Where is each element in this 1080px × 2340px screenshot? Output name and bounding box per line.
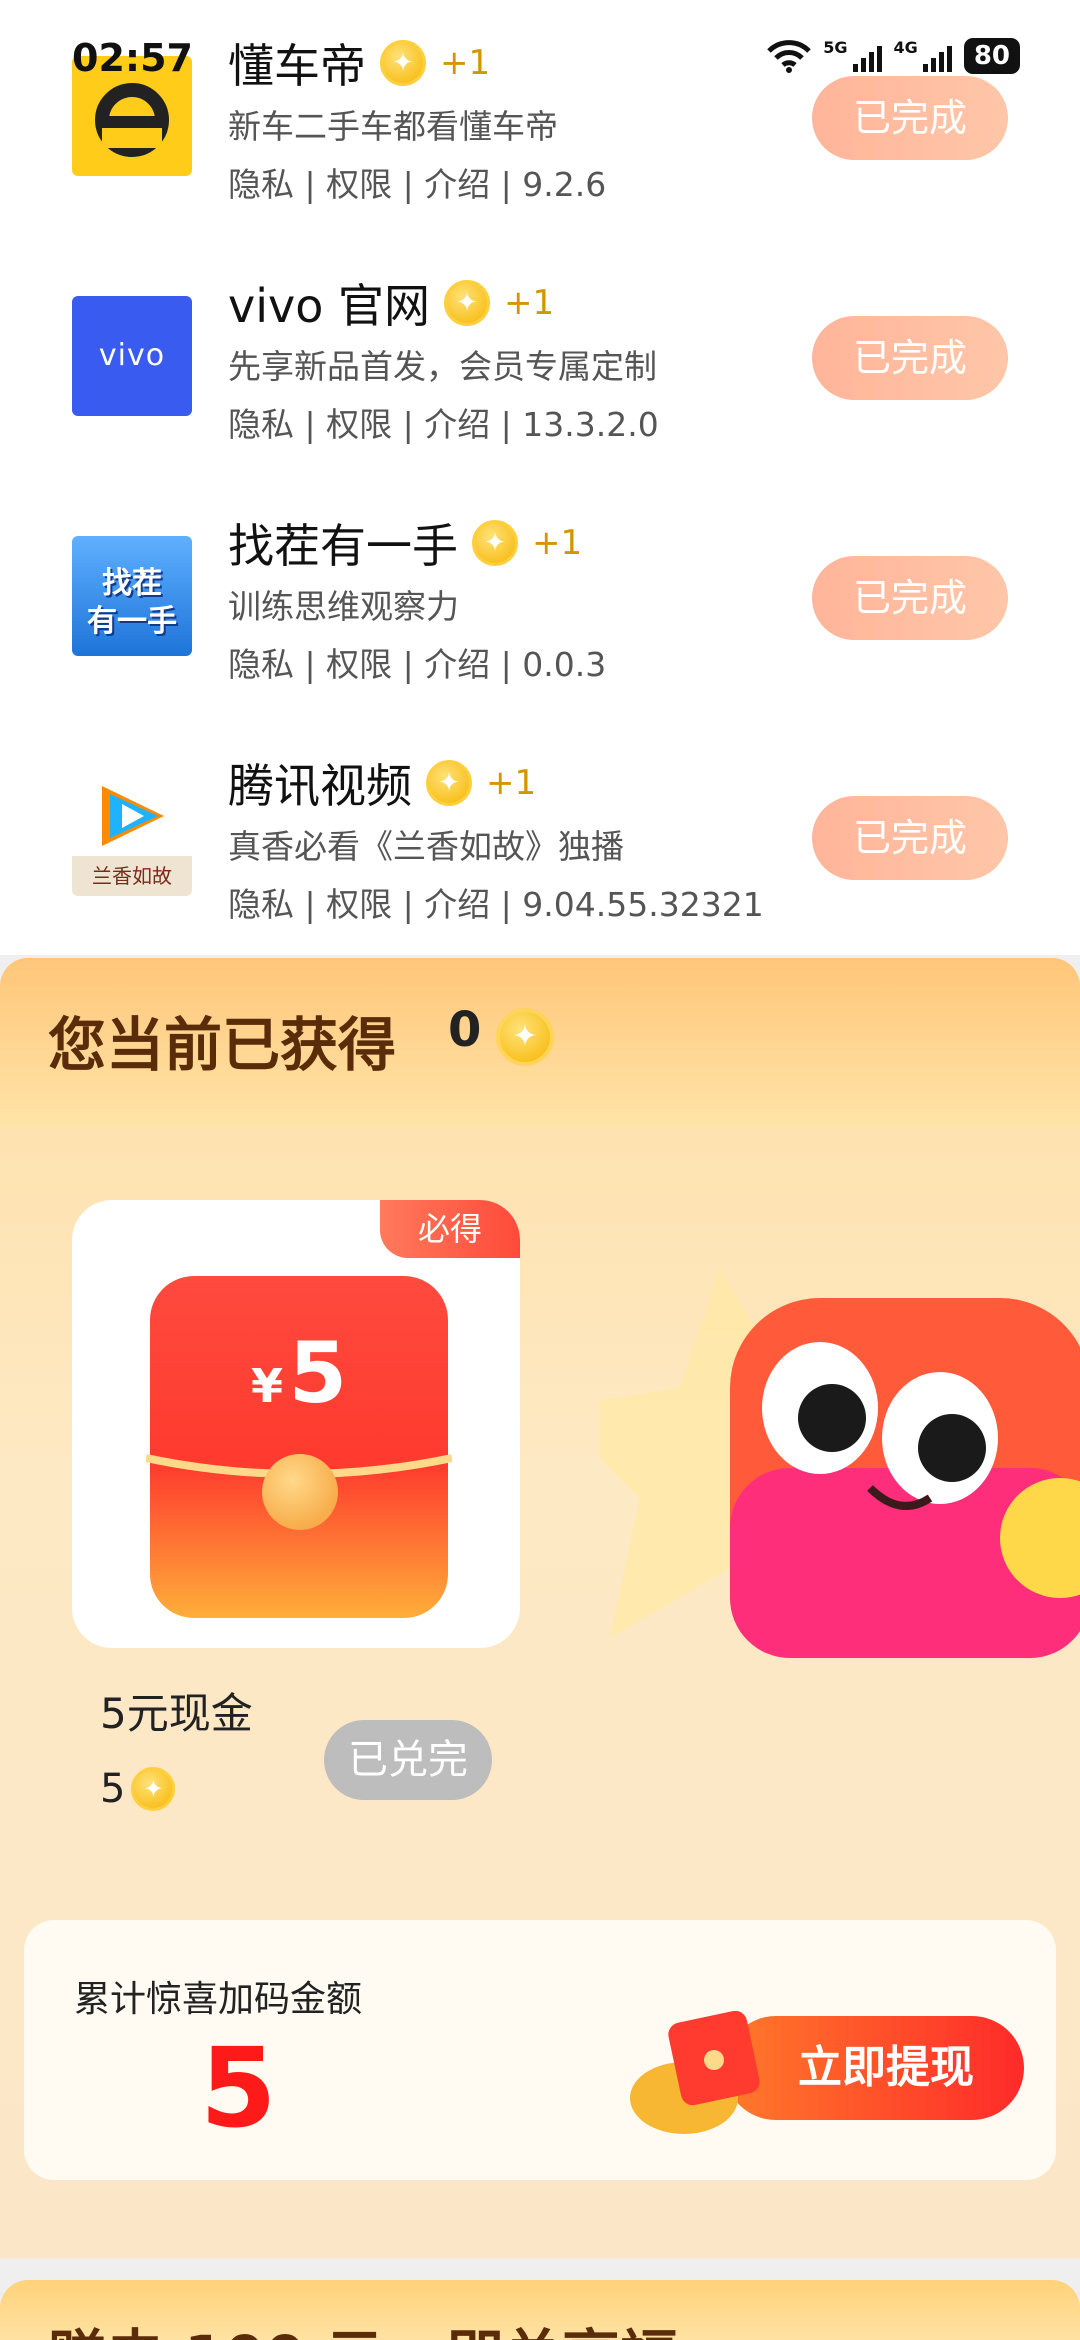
- red-envelope-amount: ¥ 5: [150, 1324, 448, 1422]
- rewards-panel: 您当前已获得 0 ✦ 必得 ¥ 5 5元现金 5 ✦ 已兑完 累计惊喜加码金额 …: [0, 958, 1080, 2258]
- app-meta-links[interactable]: 隐私 | 权限 | 介绍 | 9.04.55.32321: [228, 878, 764, 926]
- prize-card[interactable]: 必得 ¥ 5: [72, 1200, 520, 1648]
- app-list: 懂车帝 ✦ +1 新车二手车都看懂车帝 隐私 | 权限 | 介绍 | 9.2.6…: [0, 0, 1080, 955]
- app-meta-links[interactable]: 隐私 | 权限 | 介绍 | 13.3.2.0: [228, 398, 659, 446]
- wifi-icon: [767, 40, 812, 73]
- app-description: 先享新品首发，会员专属定制: [228, 347, 657, 386]
- signal-5g-icon: 5G: [823, 38, 882, 74]
- total-bonus-value: 5: [200, 2024, 277, 2152]
- rewards-title: 您当前已获得: [48, 1011, 397, 1079]
- app-name: 找茬有一手: [228, 519, 458, 573]
- app-name-row: 找茬有一手 ✦ +1: [228, 510, 582, 576]
- prize-name: 5元现金: [100, 1689, 253, 1738]
- app-name: 腾讯视频: [228, 759, 412, 813]
- status-time: 02:57: [72, 36, 193, 80]
- sold-out-button[interactable]: 已兑完: [324, 1720, 492, 1800]
- bonus-label: +1: [486, 763, 537, 803]
- coin-icon: ✦: [131, 1767, 176, 1811]
- next-section-title: 赚去 100 元 · 即兑享福: [48, 2310, 678, 2340]
- list-item[interactable]: 找茬 有一手 找茬有一手 ✦ +1 训练思维观察力 隐私 | 权限 | 介绍 |…: [0, 480, 1080, 720]
- completed-button[interactable]: 已完成: [812, 316, 1008, 400]
- money-bag-icon: [630, 2010, 760, 2134]
- next-section: 赚去 100 元 · 即兑享福: [0, 2280, 1080, 2340]
- total-bonus-card: 累计惊喜加码金额 5 立即提现: [24, 1920, 1056, 2180]
- signal-4g-icon: 4G: [894, 38, 952, 74]
- battery-icon: 80: [963, 38, 1020, 74]
- app-name-row: 腾讯视频 ✦ +1: [228, 750, 536, 816]
- bonus-label: +1: [532, 523, 583, 563]
- icon-text: 有一手: [87, 604, 177, 639]
- prize-cost: 5 ✦: [100, 1766, 176, 1812]
- vivo-app-icon: vivo: [72, 296, 192, 416]
- list-item[interactable]: 兰香如故 腾讯视频 ✦ +1 真香必看《兰香如故》独播 隐私 | 权限 | 介绍…: [0, 720, 1080, 960]
- red-envelope-icon: ¥ 5: [146, 1276, 452, 1618]
- icon-text: 兰香如故: [72, 856, 192, 896]
- guaranteed-tag: 必得: [380, 1200, 520, 1258]
- app-description: 真香必看《兰香如故》独播: [228, 827, 624, 866]
- coin-icon: ✦: [472, 520, 518, 566]
- total-bonus-label: 累计惊喜加码金额: [74, 1979, 363, 2020]
- app-meta-links[interactable]: 隐私 | 权限 | 介绍 | 0.0.3: [228, 638, 606, 686]
- coin-icon: ✦: [496, 1008, 554, 1066]
- zhaocha-app-icon: 找茬 有一手: [72, 536, 192, 656]
- network-type-label: 5G: [823, 38, 848, 57]
- mascot-illustration: [600, 1268, 1080, 1658]
- cost-value: 5: [100, 1766, 126, 1812]
- app-description: 新车二手车都看懂车帝: [228, 107, 558, 146]
- bonus-label: +1: [504, 283, 555, 323]
- completed-button[interactable]: 已完成: [812, 556, 1008, 640]
- app-description: 训练思维观察力: [228, 587, 459, 626]
- coin-icon: ✦: [444, 280, 490, 326]
- coin-icon: ✦: [426, 760, 472, 806]
- amount-value: 5: [288, 1324, 348, 1422]
- completed-button[interactable]: 已完成: [812, 796, 1008, 880]
- app-meta-links[interactable]: 隐私 | 权限 | 介绍 | 9.2.6: [228, 158, 606, 206]
- earned-coins: 0: [448, 1002, 482, 1058]
- network-type-label: 4G: [893, 38, 918, 57]
- status-bar: 02:57 5G 4G 80: [0, 0, 1080, 100]
- planet-icon: [262, 1454, 338, 1530]
- app-name: vivo 官网: [228, 279, 430, 333]
- status-icons: 5G 4G 80: [767, 38, 1020, 74]
- list-item[interactable]: vivo vivo 官网 ✦ +1 先享新品首发，会员专属定制 隐私 | 权限 …: [0, 240, 1080, 480]
- currency-symbol: ¥: [250, 1359, 283, 1413]
- app-name-row: vivo 官网 ✦ +1: [228, 270, 554, 336]
- tencent-video-app-icon: 兰香如故: [72, 776, 192, 896]
